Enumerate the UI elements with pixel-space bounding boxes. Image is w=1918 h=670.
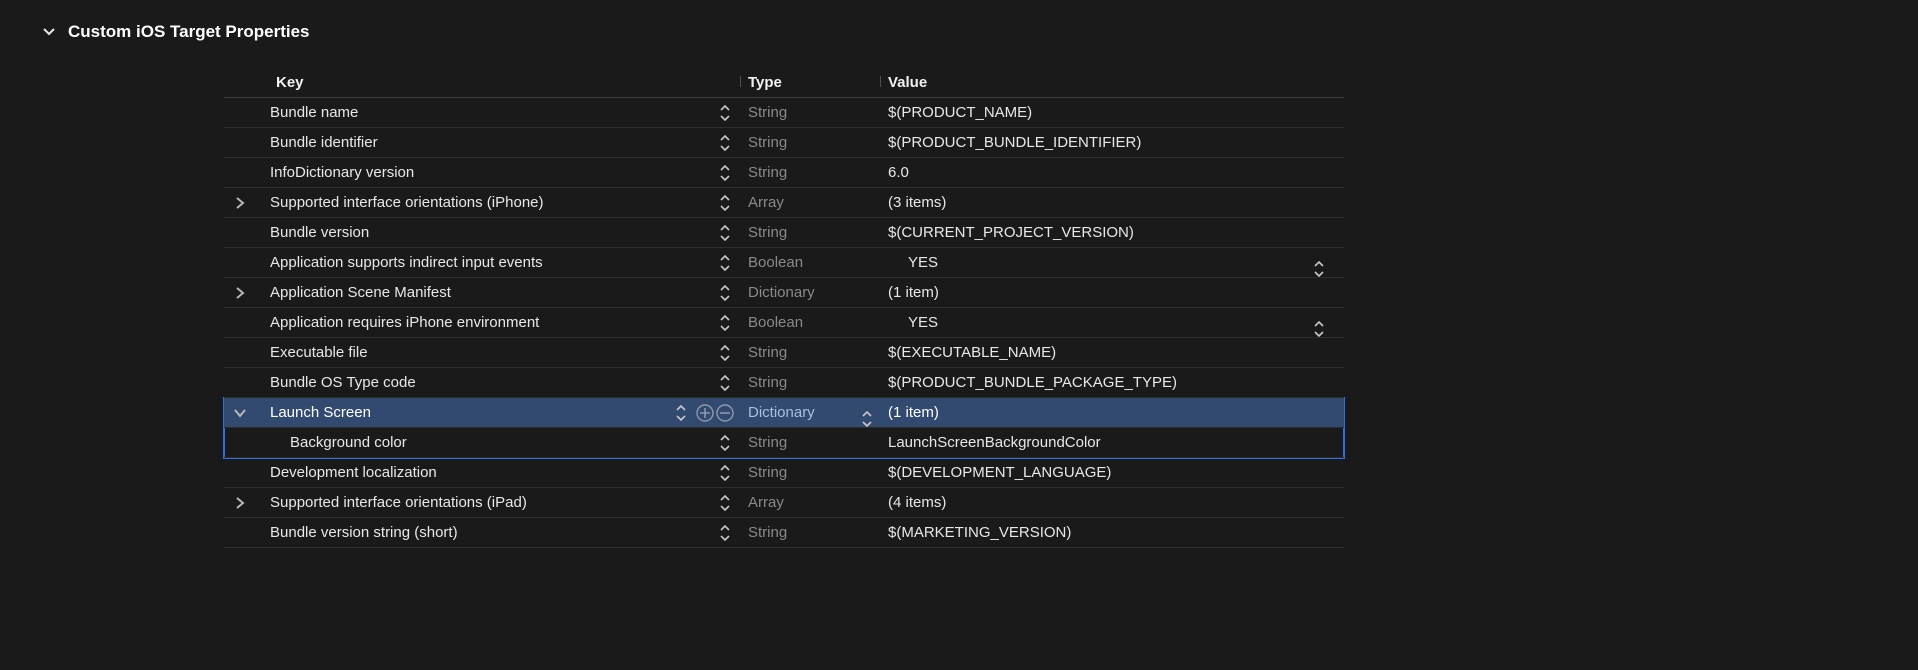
key-stepper-icon[interactable] <box>718 494 732 512</box>
table-row[interactable]: Bundle version String $(CURRENT_PROJECT_VE… <box>224 218 1344 248</box>
plist-key[interactable]: Bundle version <box>270 224 369 241</box>
chevron-right-icon[interactable] <box>230 497 250 509</box>
plist-type[interactable]: Array <box>748 494 784 511</box>
table-row[interactable]: Application requires iPhone environment B… <box>224 308 1344 338</box>
key-stepper-icon[interactable] <box>718 224 732 242</box>
section-title: Custom iOS Target Properties <box>68 22 310 42</box>
plist-type[interactable]: String <box>748 104 787 121</box>
key-stepper-icon[interactable] <box>718 464 732 482</box>
key-stepper-icon[interactable] <box>718 164 732 182</box>
plist-key[interactable]: InfoDictionary version <box>270 164 414 181</box>
column-header-value[interactable]: Value <box>880 74 1344 91</box>
plist-type[interactable]: Array <box>748 194 784 211</box>
plist-type[interactable]: String <box>748 344 787 361</box>
plist-type[interactable]: String <box>748 434 787 451</box>
chevron-down-icon <box>40 26 58 38</box>
plist-key[interactable]: Bundle identifier <box>270 134 378 151</box>
plist-value[interactable]: $(PRODUCT_BUNDLE_PACKAGE_TYPE) <box>888 374 1177 391</box>
value-stepper-icon[interactable] <box>1312 320 1326 338</box>
plist-key[interactable]: Application supports indirect input even… <box>270 254 543 271</box>
table-row[interactable]: Background color String LaunchScreenBackgr… <box>224 428 1344 458</box>
key-stepper-icon[interactable] <box>718 344 732 362</box>
table-row[interactable]: Supported interface orientations (iPhone… <box>224 188 1344 218</box>
plist-key[interactable]: Bundle OS Type code <box>270 374 416 391</box>
plist-key[interactable]: Application Scene Manifest <box>270 284 451 301</box>
key-stepper-icon[interactable] <box>718 254 732 272</box>
plist-type[interactable]: String <box>748 164 787 181</box>
chevron-right-icon[interactable] <box>230 287 250 299</box>
table-row[interactable]: Supported interface orientations (iPad) A… <box>224 488 1344 518</box>
plist-key[interactable]: Supported interface orientations (iPhone… <box>270 194 544 211</box>
table-row[interactable]: Bundle OS Type code String $(PRODUCT_BUNDL… <box>224 368 1344 398</box>
plist-value[interactable]: (1 item) <box>888 404 939 421</box>
table-row[interactable]: Bundle identifier String $(PRODUCT_BUNDLE_… <box>224 128 1344 158</box>
plist-type[interactable]: String <box>748 374 787 391</box>
section-header[interactable]: Custom iOS Target Properties <box>0 0 1918 42</box>
plist-value[interactable]: $(DEVELOPMENT_LANGUAGE) <box>888 464 1111 481</box>
table-header: Key Type Value <box>224 68 1344 98</box>
remove-icon[interactable] <box>716 404 734 422</box>
plist-type[interactable]: String <box>748 224 787 241</box>
plist-value[interactable]: YES <box>908 254 938 271</box>
selection-outline: Launch Screen Dictionary (1 item) Backgroun… <box>224 398 1344 458</box>
plist-key[interactable]: Bundle version string (short) <box>270 524 458 541</box>
key-stepper-icon[interactable] <box>718 314 732 332</box>
key-stepper-icon[interactable] <box>718 104 732 122</box>
plist-value[interactable]: YES <box>908 314 938 331</box>
table-row[interactable]: Development localization String $(DEVELOPM… <box>224 458 1344 488</box>
plist-type[interactable]: String <box>748 464 787 481</box>
table-row[interactable]: Bundle name String $(PRODUCT_NAME) <box>224 98 1344 128</box>
value-stepper-icon[interactable] <box>1312 260 1326 278</box>
plist-type[interactable]: String <box>748 134 787 151</box>
plist-key[interactable]: Supported interface orientations (iPad) <box>270 494 527 511</box>
plist-type[interactable]: Dictionary <box>748 284 815 301</box>
plist-key[interactable]: Development localization <box>270 464 437 481</box>
plist-type[interactable]: String <box>748 524 787 541</box>
table-row[interactable]: InfoDictionary version String 6.0 <box>224 158 1344 188</box>
key-stepper-icon[interactable] <box>718 284 732 302</box>
chevron-right-icon[interactable] <box>230 197 250 209</box>
plist-key[interactable]: Launch Screen <box>270 404 371 421</box>
plist-table: Key Type Value Bundle name String $(PRODUC… <box>224 68 1344 548</box>
table-row[interactable]: Executable file String $(EXECUTABLE_NAME) <box>224 338 1344 368</box>
key-stepper-icon[interactable] <box>718 434 732 452</box>
plist-value[interactable]: $(PRODUCT_NAME) <box>888 104 1032 121</box>
plist-key[interactable]: Application requires iPhone environment <box>270 314 539 331</box>
add-icon[interactable] <box>696 404 714 422</box>
plist-value[interactable]: $(MARKETING_VERSION) <box>888 524 1071 541</box>
plist-value[interactable]: (1 item) <box>888 284 939 301</box>
plist-value[interactable]: $(CURRENT_PROJECT_VERSION) <box>888 224 1134 241</box>
plist-value[interactable]: $(EXECUTABLE_NAME) <box>888 344 1056 361</box>
plist-key[interactable]: Executable file <box>270 344 368 361</box>
plist-value[interactable]: $(PRODUCT_BUNDLE_IDENTIFIER) <box>888 134 1141 151</box>
plist-value[interactable]: 6.0 <box>888 164 909 181</box>
key-stepper-icon[interactable] <box>718 524 732 542</box>
plist-value[interactable]: (4 items) <box>888 494 946 511</box>
column-header-key[interactable]: Key <box>224 74 740 91</box>
chevron-down-icon[interactable] <box>230 407 250 419</box>
plist-type[interactable]: Boolean <box>748 314 803 331</box>
table-row[interactable]: Launch Screen Dictionary (1 item) <box>224 398 1344 428</box>
table-row[interactable]: Bundle version string (short) String $(MAR… <box>224 518 1344 548</box>
plist-key[interactable]: Bundle name <box>270 104 358 121</box>
key-stepper-icon[interactable] <box>674 404 688 422</box>
table-row[interactable]: Application Scene Manifest Dictionary (1 i… <box>224 278 1344 308</box>
plist-type[interactable]: Dictionary <box>748 404 815 421</box>
table-row[interactable]: Application supports indirect input even… <box>224 248 1344 278</box>
plist-value[interactable]: (3 items) <box>888 194 946 211</box>
plist-key[interactable]: Background color <box>290 434 407 451</box>
column-header-type[interactable]: Type <box>740 74 880 91</box>
key-stepper-icon[interactable] <box>718 374 732 392</box>
plist-value[interactable]: LaunchScreenBackgroundColor <box>888 434 1101 451</box>
plist-type[interactable]: Boolean <box>748 254 803 271</box>
key-stepper-icon[interactable] <box>718 194 732 212</box>
key-stepper-icon[interactable] <box>718 134 732 152</box>
type-stepper-icon[interactable] <box>860 410 874 428</box>
table-body: Bundle name String $(PRODUCT_NAME) Bundle i… <box>224 98 1344 548</box>
